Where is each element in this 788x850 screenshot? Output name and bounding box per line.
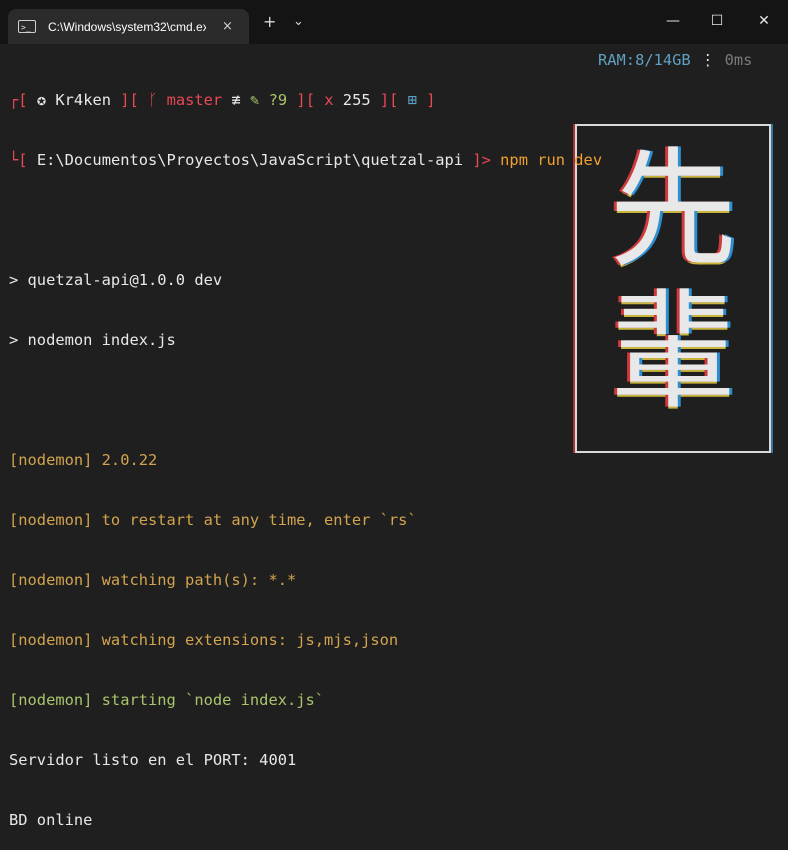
new-tab-button[interactable]: + (263, 12, 276, 32)
prompt-separator: ][ (370, 91, 408, 109)
prompt-bracket-close: ] (416, 91, 436, 109)
git-status-icon: ≢ (231, 91, 241, 109)
db-status-line: BD online (9, 811, 93, 829)
prompt-line-1: ┌[ ✪ Kr4ken ][ ᚴ master ≢ ✎ ?9 ][ x 255 … (9, 90, 779, 110)
tab-title: C:\Windows\system32\cmd.ex (48, 19, 206, 34)
close-window-button[interactable]: ✕ (749, 8, 779, 34)
prompt-arrow: ]> (463, 151, 491, 169)
exit-icon: x (324, 91, 334, 109)
prompt-line-2: └[ E:\Documentos\Proyectos\JavaScript\qu… (9, 150, 779, 170)
prompt-separator: ][ (111, 91, 149, 109)
tab-dropdown-icon[interactable]: ⌄ (293, 12, 304, 32)
windows-icon: ⊞ (407, 91, 417, 109)
close-tab-icon[interactable]: × (222, 19, 233, 34)
nodemon-line: [nodemon] watching path(s): *.* (9, 571, 297, 589)
title-bar: >_ C:\Windows\system32\cmd.ex × + ⌄ — ☐ … (0, 0, 788, 44)
nodemon-starting-line: [nodemon] starting `node index.js` (9, 691, 325, 709)
prompt-user: Kr4ken (55, 91, 111, 109)
nodemon-line: [nodemon] 2.0.22 (9, 451, 158, 469)
output-line: > quetzal-api@1.0.0 dev (9, 271, 223, 289)
exit-code: 255 (342, 91, 371, 109)
maximize-button[interactable]: ☐ (702, 8, 732, 34)
nodemon-line: [nodemon] watching extensions: js,mjs,js… (9, 631, 399, 649)
prompt-separator: ][ (287, 91, 325, 109)
git-changes: ?9 (268, 91, 288, 109)
tab-cmd[interactable]: >_ C:\Windows\system32\cmd.ex × (8, 9, 249, 44)
git-edit-icon: ✎ (250, 91, 260, 109)
output-line: > nodemon index.js (9, 331, 176, 349)
server-ready-line: Servidor listo en el PORT: 4001 (9, 751, 297, 769)
user-icon: ✪ (36, 91, 47, 109)
nodemon-line: [nodemon] to restart at any time, enter … (9, 511, 417, 529)
minimize-button[interactable]: — (658, 8, 688, 34)
git-branch: master (166, 91, 223, 109)
prompt-path: E:\Documentos\Proyectos\JavaScript\quetz… (36, 151, 464, 169)
git-branch-icon: ᚴ (148, 91, 158, 109)
terminal-output[interactable]: ┌[ ✪ Kr4ken ][ ᚴ master ≢ ✎ ?9 ][ x 255 … (9, 50, 779, 850)
terminal-icon: >_ (18, 20, 36, 33)
prompt-command: npm run dev (500, 151, 603, 169)
prompt-corner-bottom: └[ (9, 151, 28, 169)
prompt-corner-top: ┌[ (9, 91, 28, 109)
